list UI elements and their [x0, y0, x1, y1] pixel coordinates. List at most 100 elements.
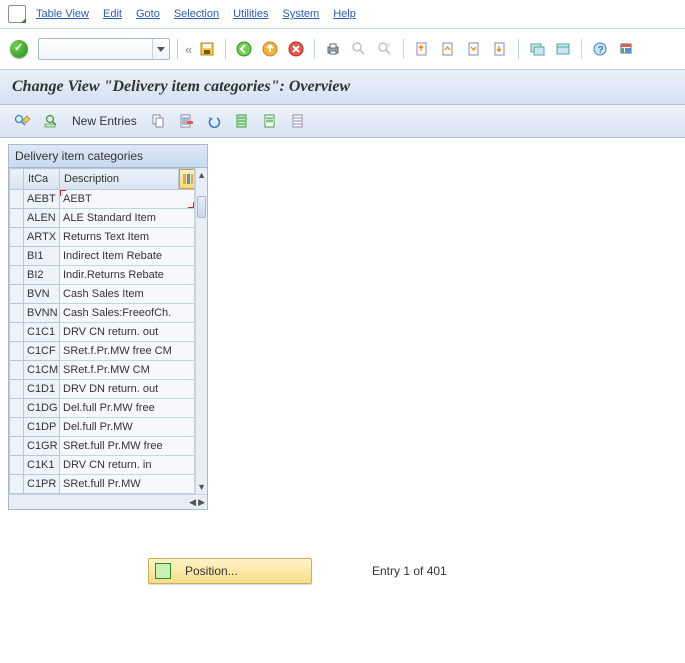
- cell-itca[interactable]: C1D1: [24, 380, 60, 399]
- cancel-button[interactable]: [285, 38, 307, 60]
- row-selector[interactable]: [10, 323, 24, 342]
- first-page-button[interactable]: [411, 38, 433, 60]
- cell-itca[interactable]: C1C1: [24, 323, 60, 342]
- window-menu-icon[interactable]: [8, 5, 26, 23]
- row-selector[interactable]: [10, 456, 24, 475]
- row-selector[interactable]: [10, 418, 24, 437]
- customize-layout-button[interactable]: [615, 38, 637, 60]
- help-button[interactable]: ?: [589, 38, 611, 60]
- table-row[interactable]: C1PRSRet.full Pr.MW: [10, 475, 195, 494]
- row-selector[interactable]: [10, 304, 24, 323]
- scroll-thumb[interactable]: [197, 196, 206, 218]
- row-selector-header[interactable]: [10, 169, 24, 190]
- column-header-itca[interactable]: ItCa: [24, 169, 60, 190]
- scroll-left-button[interactable]: ◀: [189, 497, 196, 508]
- row-selector[interactable]: [10, 437, 24, 456]
- copy-button[interactable]: [147, 110, 169, 132]
- cell-description[interactable]: DRV CN return. out: [60, 323, 195, 342]
- table-row[interactable]: BI2Indir.Returns Rebate: [10, 266, 195, 285]
- select-block-button[interactable]: [259, 110, 281, 132]
- cell-itca[interactable]: C1CM: [24, 361, 60, 380]
- row-selector[interactable]: [10, 266, 24, 285]
- cell-description[interactable]: SRet.full Pr.MW: [60, 475, 195, 494]
- command-field[interactable]: [38, 38, 170, 60]
- delete-button[interactable]: [175, 110, 197, 132]
- row-selector[interactable]: [10, 285, 24, 304]
- row-selector[interactable]: [10, 361, 24, 380]
- table-settings-button[interactable]: [179, 169, 196, 189]
- position-button[interactable]: Position...: [148, 558, 312, 584]
- cell-itca[interactable]: BI2: [24, 266, 60, 285]
- back-button[interactable]: [233, 38, 255, 60]
- undo-button[interactable]: [203, 110, 225, 132]
- row-selector[interactable]: [10, 228, 24, 247]
- cell-itca[interactable]: C1K1: [24, 456, 60, 475]
- horizontal-scrollbar[interactable]: ◀ ▶: [9, 494, 207, 509]
- vertical-scrollbar[interactable]: ▲ ▼: [195, 168, 207, 494]
- prev-chevrons-icon[interactable]: «: [185, 42, 192, 57]
- new-session-button[interactable]: [526, 38, 548, 60]
- next-page-button[interactable]: [463, 38, 485, 60]
- find-button-app[interactable]: [40, 110, 62, 132]
- cell-itca[interactable]: C1CF: [24, 342, 60, 361]
- new-entries-button[interactable]: New Entries: [68, 114, 141, 128]
- cell-description[interactable]: DRV CN return. in: [60, 456, 195, 475]
- print-button[interactable]: [322, 38, 344, 60]
- deselect-all-button[interactable]: [287, 110, 309, 132]
- table-row[interactable]: C1CMSRet.f.Pr.MW CM: [10, 361, 195, 380]
- cell-description[interactable]: Cash Sales:FreeofCh.: [60, 304, 195, 323]
- save-button[interactable]: [196, 38, 218, 60]
- row-selector[interactable]: [10, 247, 24, 266]
- menu-utilities[interactable]: Utilities: [229, 8, 272, 20]
- cell-description[interactable]: SRet.f.Pr.MW free CM: [60, 342, 195, 361]
- row-selector[interactable]: [10, 475, 24, 494]
- cell-description[interactable]: ALE Standard Item: [60, 209, 195, 228]
- cell-description[interactable]: SRet.f.Pr.MW CM: [60, 361, 195, 380]
- cell-description[interactable]: DRV DN return. out: [60, 380, 195, 399]
- row-selector[interactable]: [10, 342, 24, 361]
- cell-itca[interactable]: AEBT: [24, 190, 60, 209]
- column-header-description[interactable]: Description: [60, 169, 179, 190]
- cell-description[interactable]: Indir.Returns Rebate: [60, 266, 195, 285]
- menu-table-view[interactable]: Table View: [32, 8, 93, 20]
- enter-button[interactable]: [10, 40, 28, 58]
- cell-itca[interactable]: C1GR: [24, 437, 60, 456]
- menu-help[interactable]: Help: [329, 8, 360, 20]
- table-row[interactable]: BVNNCash Sales:FreeofCh.: [10, 304, 195, 323]
- table-row[interactable]: AEBTAEBT: [10, 190, 195, 209]
- table-row[interactable]: BI1Indirect Item Rebate: [10, 247, 195, 266]
- scroll-down-button[interactable]: ▼: [196, 480, 207, 494]
- row-selector[interactable]: [10, 399, 24, 418]
- cell-itca[interactable]: ALEN: [24, 209, 60, 228]
- cell-itca[interactable]: C1DP: [24, 418, 60, 437]
- find-button[interactable]: [348, 38, 370, 60]
- cell-description[interactable]: Del.full Pr.MW free: [60, 399, 195, 418]
- last-page-button[interactable]: [489, 38, 511, 60]
- cell-description[interactable]: Cash Sales Item: [60, 285, 195, 304]
- menu-selection[interactable]: Selection: [170, 8, 223, 20]
- cell-itca[interactable]: BVNN: [24, 304, 60, 323]
- menu-edit[interactable]: Edit: [99, 8, 126, 20]
- menu-goto[interactable]: Goto: [132, 8, 164, 20]
- scroll-right-button[interactable]: ▶: [198, 497, 205, 508]
- table-row[interactable]: C1D1DRV DN return. out: [10, 380, 195, 399]
- cell-itca[interactable]: C1DG: [24, 399, 60, 418]
- cell-itca[interactable]: C1PR: [24, 475, 60, 494]
- cell-description[interactable]: Returns Text Item: [60, 228, 195, 247]
- display-change-button[interactable]: [12, 110, 34, 132]
- cell-description[interactable]: Del.full Pr.MW: [60, 418, 195, 437]
- cell-description[interactable]: Indirect Item Rebate: [60, 247, 195, 266]
- table-row[interactable]: C1DGDel.full Pr.MW free: [10, 399, 195, 418]
- command-field-dropdown[interactable]: [152, 39, 169, 59]
- cell-description[interactable]: AEBT: [60, 190, 195, 209]
- row-selector[interactable]: [10, 380, 24, 399]
- cell-itca[interactable]: BI1: [24, 247, 60, 266]
- table-row[interactable]: C1GRSRet.full Pr.MW free: [10, 437, 195, 456]
- row-selector[interactable]: [10, 190, 24, 209]
- scroll-up-button[interactable]: ▲: [196, 168, 207, 182]
- table-row[interactable]: C1CFSRet.f.Pr.MW free CM: [10, 342, 195, 361]
- find-next-button[interactable]: +: [374, 38, 396, 60]
- select-all-button[interactable]: [231, 110, 253, 132]
- table-row[interactable]: C1DPDel.full Pr.MW: [10, 418, 195, 437]
- cell-description[interactable]: SRet.full Pr.MW free: [60, 437, 195, 456]
